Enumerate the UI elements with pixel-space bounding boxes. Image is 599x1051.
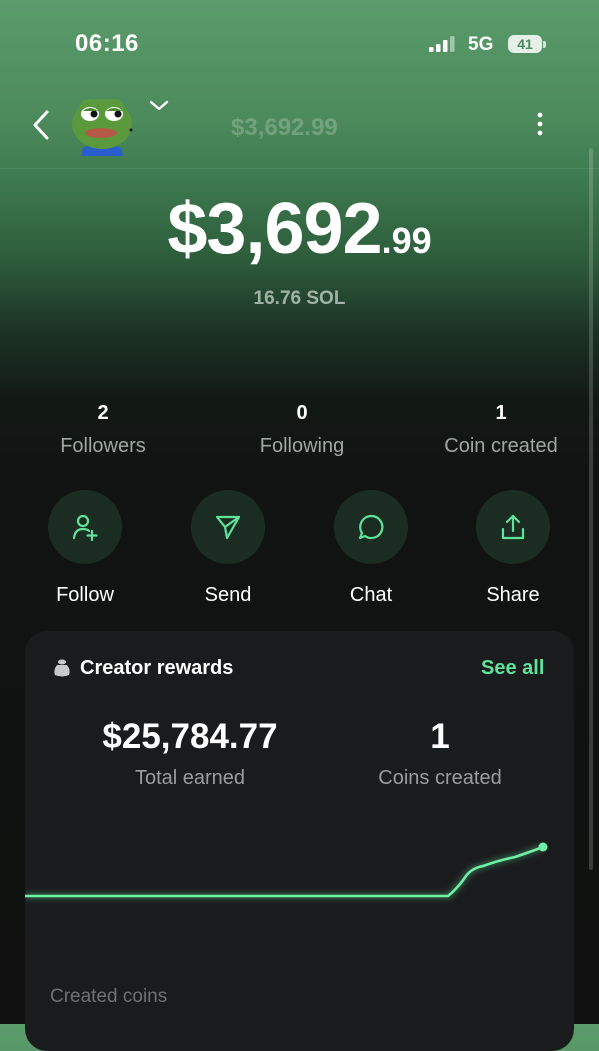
back-icon[interactable]	[30, 108, 54, 142]
sparkline-line	[25, 845, 545, 898]
action-label: Follow	[56, 584, 114, 606]
person-add-icon	[72, 514, 98, 541]
balance-amount: $3,692.99	[0, 188, 599, 270]
more-vertical-icon[interactable]	[532, 110, 548, 138]
earnings-sparkline	[25, 842, 548, 899]
balance-cents: .99	[381, 220, 432, 261]
share-icon	[501, 514, 525, 540]
share-icon-circle[interactable]	[476, 490, 550, 564]
send-button[interactable]: Send	[168, 490, 288, 607]
action-label: Chat	[349, 584, 393, 606]
action-label: Send	[204, 584, 252, 606]
coins-created-value: 1	[430, 717, 450, 756]
money-bag-icon	[54, 659, 70, 677]
chat-icon	[358, 514, 384, 540]
share-button[interactable]: Share	[453, 490, 573, 607]
action-label: Share	[486, 584, 540, 606]
signal-icon	[429, 36, 455, 52]
status-time: 06:16	[75, 30, 139, 57]
chat-button[interactable]: Chat	[311, 490, 431, 607]
stat-following[interactable]: 0 Following	[202, 402, 402, 458]
see-all-link[interactable]: See all	[481, 657, 544, 680]
avatar[interactable]	[67, 92, 137, 158]
follow-icon-circle[interactable]	[48, 490, 122, 564]
stat-coin-created[interactable]: 1 Coin created	[401, 402, 599, 458]
total-earned-label: Total earned	[134, 767, 246, 789]
stat-followers[interactable]: 2 Followers	[3, 402, 203, 458]
battery-cap	[543, 41, 546, 48]
network-type: 5G	[468, 34, 494, 55]
total-earned-value: $25,784.77	[102, 717, 278, 756]
send-icon-circle[interactable]	[191, 490, 265, 564]
stat-value: 2	[97, 402, 109, 424]
battery-icon: 41	[508, 35, 542, 53]
sparkline-endpoint	[538, 842, 548, 852]
sol-balance: 16.76 SOL	[253, 288, 346, 309]
stat-value: 0	[296, 402, 308, 424]
send-icon	[215, 515, 241, 540]
stat-value: 1	[495, 402, 507, 424]
stat-label: Coin created	[444, 435, 558, 457]
chat-icon-circle[interactable]	[334, 490, 408, 564]
created-coins-heading: Created coins	[50, 986, 168, 1007]
header-divider	[0, 168, 599, 169]
header-balance: $3,692.99	[231, 114, 338, 141]
stat-label: Following	[259, 435, 345, 457]
chevron-down-icon[interactable]	[148, 98, 170, 114]
follow-button[interactable]: Follow	[25, 490, 145, 607]
creator-rewards-title: Creator rewards	[80, 657, 234, 679]
coins-created-label: Coins created	[378, 767, 502, 789]
stat-label: Followers	[60, 435, 146, 457]
balance-main: $3,692	[167, 189, 382, 269]
